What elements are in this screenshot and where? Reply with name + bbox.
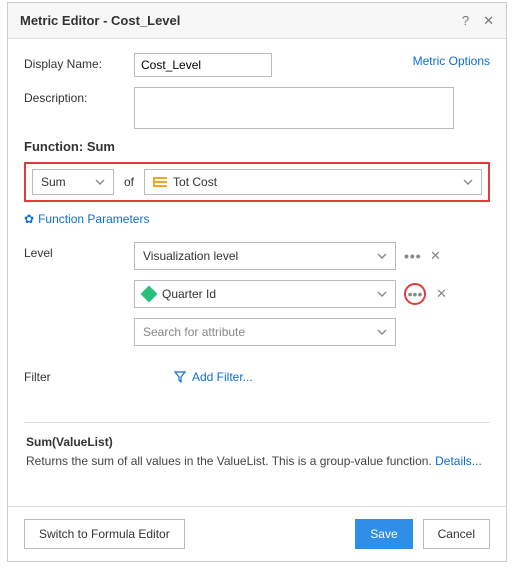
help-description: Returns the sum of all values in the Val… <box>26 453 488 470</box>
function-select-value: Sum <box>41 175 66 189</box>
help-title: Sum(ValueList) <box>26 435 488 449</box>
level-more-0[interactable]: ••• <box>404 252 420 260</box>
dialog-body: Metric Options Display Name: Description… <box>8 39 506 506</box>
level-line-0: Visualization level ••• ✕ <box>134 242 490 270</box>
gear-icon: ✿ <box>24 212 34 226</box>
function-select[interactable]: Sum <box>32 169 114 195</box>
close-icon[interactable]: ✕ <box>483 13 494 29</box>
level-select-1-value: Quarter Id <box>162 287 216 301</box>
help-desc-text: Returns the sum of all values in the Val… <box>26 454 435 468</box>
description-row: Description: <box>24 87 490 129</box>
level-search-attribute[interactable]: Search for attribute <box>134 318 396 346</box>
level-section: Level Visualization level ••• ✕ Q <box>24 242 490 346</box>
filter-label: Filter <box>24 370 174 384</box>
switch-formula-editor-button[interactable]: Switch to Formula Editor <box>24 519 185 549</box>
fact-icon <box>153 175 173 189</box>
save-button[interactable]: Save <box>355 519 412 549</box>
dialog-title: Metric Editor - Cost_Level <box>20 13 462 28</box>
metric-options-link[interactable]: Metric Options <box>413 54 490 68</box>
add-filter-link[interactable]: Add Filter... <box>174 370 253 384</box>
attribute-icon <box>141 286 158 303</box>
level-label: Level <box>24 242 134 260</box>
funnel-icon <box>174 371 186 383</box>
add-filter-label: Add Filter... <box>192 370 253 384</box>
level-controls: Visualization level ••• ✕ Quarter Id <box>134 242 490 346</box>
help-box: Sum(ValueList) Returns the sum of all va… <box>24 422 490 482</box>
level-line-1: Quarter Id ••• ✕ <box>134 280 490 308</box>
level-select-0[interactable]: Visualization level <box>134 242 396 270</box>
level-search-line: Search for attribute <box>134 318 490 346</box>
chevron-down-icon <box>377 251 387 261</box>
function-argument-value: Tot Cost <box>173 175 217 189</box>
level-remove-1[interactable]: ✕ <box>436 286 447 302</box>
level-select-0-value: Visualization level <box>143 249 238 263</box>
dialog-header: Metric Editor - Cost_Level ? ✕ <box>8 3 506 39</box>
description-label: Description: <box>24 87 134 105</box>
chevron-down-icon <box>377 327 387 337</box>
metric-editor-dialog: Metric Editor - Cost_Level ? ✕ Metric Op… <box>7 2 507 562</box>
level-remove-0[interactable]: ✕ <box>430 248 441 264</box>
level-search-placeholder: Search for attribute <box>143 325 245 339</box>
chevron-down-icon <box>95 177 105 187</box>
description-input[interactable] <box>134 87 454 129</box>
level-select-1[interactable]: Quarter Id <box>134 280 396 308</box>
help-details-link[interactable]: Details... <box>435 454 482 468</box>
chevron-down-icon <box>377 289 387 299</box>
level-more-1[interactable]: ••• <box>404 283 426 305</box>
dialog-footer: Switch to Formula Editor Save Cancel <box>8 506 506 561</box>
display-name-input[interactable] <box>134 53 272 77</box>
filter-row: Filter Add Filter... <box>24 370 490 384</box>
function-heading: Function: Sum <box>24 139 490 154</box>
chevron-down-icon <box>463 177 473 187</box>
display-name-label: Display Name: <box>24 53 134 71</box>
function-parameters-label: Function Parameters <box>38 212 149 226</box>
help-icon[interactable]: ? <box>462 13 469 29</box>
function-argument-select[interactable]: Tot Cost <box>144 169 482 195</box>
function-row: Sum of Tot Cost <box>24 162 490 202</box>
of-label: of <box>124 175 134 189</box>
function-parameters-link[interactable]: ✿ Function Parameters <box>24 212 490 226</box>
cancel-button[interactable]: Cancel <box>423 519 490 549</box>
header-controls: ? ✕ <box>462 13 494 29</box>
